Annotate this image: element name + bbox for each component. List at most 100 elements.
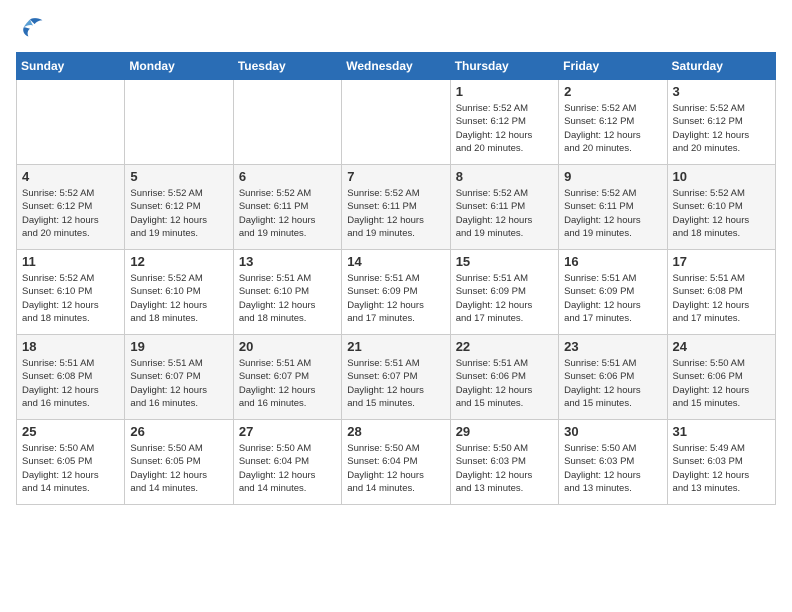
calendar-cell — [125, 80, 233, 165]
day-info: Sunrise: 5:52 AM Sunset: 6:11 PM Dayligh… — [239, 187, 336, 240]
day-number: 4 — [22, 169, 119, 184]
calendar-cell: 8Sunrise: 5:52 AM Sunset: 6:11 PM Daylig… — [450, 165, 558, 250]
calendar-cell: 21 Sunrise: 5:51 AM Sunset: 6:07 PM Dayli… — [342, 335, 450, 420]
calendar-cell: 27 Sunrise: 5:50 AM Sunset: 6:04 PM Dayli… — [233, 420, 341, 505]
day-info: Sunrise: 5:52 AM Sunset: 6:12 PM Dayligh… — [456, 102, 553, 155]
day-info: Sunrise: 5:51 AM Sunset: 6:10 PM Dayligh… — [239, 272, 336, 325]
day-info: Sunrise: 5:49 AM Sunset: 6:03 PM Dayligh… — [673, 442, 770, 495]
calendar-cell: 14 Sunrise: 5:51 AM Sunset: 6:09 PM Dayli… — [342, 250, 450, 335]
logo — [16, 16, 48, 40]
day-info: Sunrise: 5:50 AM Sunset: 6:03 PM Dayligh… — [564, 442, 661, 495]
day-info: Sunrise: 5:50 AM Sunset: 6:04 PM Dayligh… — [239, 442, 336, 495]
day-number: 10 — [673, 169, 770, 184]
day-info: Sunrise: 5:51 AM Sunset: 6:09 PM Dayligh… — [564, 272, 661, 325]
header-cell-wednesday: Wednesday — [342, 53, 450, 80]
calendar-cell: 19 Sunrise: 5:51 AM Sunset: 6:07 PM Dayli… — [125, 335, 233, 420]
header-cell-tuesday: Tuesday — [233, 53, 341, 80]
day-info: Sunrise: 5:52 AM Sunset: 6:10 PM Dayligh… — [130, 272, 227, 325]
day-info: Sunrise: 5:51 AM Sunset: 6:07 PM Dayligh… — [130, 357, 227, 410]
week-row-1: 1 Sunrise: 5:52 AM Sunset: 6:12 PM Daylig… — [17, 80, 776, 165]
day-info: Sunrise: 5:52 AM Sunset: 6:11 PM Dayligh… — [456, 187, 553, 240]
calendar-cell — [342, 80, 450, 165]
day-number: 12 — [130, 254, 227, 269]
calendar-cell: 12 Sunrise: 5:52 AM Sunset: 6:10 PM Dayli… — [125, 250, 233, 335]
day-number: 20 — [239, 339, 336, 354]
header-cell-sunday: Sunday — [17, 53, 125, 80]
day-number: 16 — [564, 254, 661, 269]
day-info: Sunrise: 5:52 AM Sunset: 6:12 PM Dayligh… — [564, 102, 661, 155]
day-info: Sunrise: 5:50 AM Sunset: 6:05 PM Dayligh… — [22, 442, 119, 495]
week-row-2: 4 Sunrise: 5:52 AM Sunset: 6:12 PM Daylig… — [17, 165, 776, 250]
day-number: 18 — [22, 339, 119, 354]
calendar-cell — [233, 80, 341, 165]
calendar-cell: 9 Sunrise: 5:52 AM Sunset: 6:11 PM Daylig… — [559, 165, 667, 250]
calendar-cell: 25 Sunrise: 5:50 AM Sunset: 6:05 PM Dayli… — [17, 420, 125, 505]
day-number: 15 — [456, 254, 553, 269]
calendar-header: SundayMondayTuesdayWednesdayThursdayFrid… — [17, 53, 776, 80]
calendar-cell: 16 Sunrise: 5:51 AM Sunset: 6:09 PM Dayli… — [559, 250, 667, 335]
calendar-cell — [17, 80, 125, 165]
day-info: Sunrise: 5:52 AM Sunset: 6:12 PM Dayligh… — [22, 187, 119, 240]
day-info: Sunrise: 5:52 AM Sunset: 6:10 PM Dayligh… — [673, 187, 770, 240]
day-number: 17 — [673, 254, 770, 269]
week-row-4: 18Sunrise: 5:51 AM Sunset: 6:08 PM Dayli… — [17, 335, 776, 420]
header — [16, 16, 776, 40]
day-number: 11 — [22, 254, 119, 269]
logo-icon — [16, 16, 44, 40]
day-number: 21 — [347, 339, 444, 354]
calendar-cell: 2 Sunrise: 5:52 AM Sunset: 6:12 PM Daylig… — [559, 80, 667, 165]
day-number: 25 — [22, 424, 119, 439]
week-row-3: 11 Sunrise: 5:52 AM Sunset: 6:10 PM Dayli… — [17, 250, 776, 335]
day-info: Sunrise: 5:52 AM Sunset: 6:11 PM Dayligh… — [564, 187, 661, 240]
day-number: 13 — [239, 254, 336, 269]
calendar-body: 1 Sunrise: 5:52 AM Sunset: 6:12 PM Daylig… — [17, 80, 776, 505]
calendar-cell: 30 Sunrise: 5:50 AM Sunset: 6:03 PM Dayli… — [559, 420, 667, 505]
day-number: 9 — [564, 169, 661, 184]
calendar-cell: 22 Sunrise: 5:51 AM Sunset: 6:06 PM Dayli… — [450, 335, 558, 420]
day-info: Sunrise: 5:51 AM Sunset: 6:08 PM Dayligh… — [673, 272, 770, 325]
calendar-cell: 6 Sunrise: 5:52 AM Sunset: 6:11 PM Daylig… — [233, 165, 341, 250]
day-info: Sunrise: 5:51 AM Sunset: 6:06 PM Dayligh… — [456, 357, 553, 410]
calendar-cell: 29Sunrise: 5:50 AM Sunset: 6:03 PM Dayli… — [450, 420, 558, 505]
day-info: Sunrise: 5:50 AM Sunset: 6:04 PM Dayligh… — [347, 442, 444, 495]
header-cell-monday: Monday — [125, 53, 233, 80]
day-info: Sunrise: 5:51 AM Sunset: 6:09 PM Dayligh… — [456, 272, 553, 325]
day-number: 26 — [130, 424, 227, 439]
day-number: 22 — [456, 339, 553, 354]
day-number: 27 — [239, 424, 336, 439]
day-info: Sunrise: 5:51 AM Sunset: 6:06 PM Dayligh… — [564, 357, 661, 410]
day-number: 6 — [239, 169, 336, 184]
day-number: 24 — [673, 339, 770, 354]
calendar-cell: 20Sunrise: 5:51 AM Sunset: 6:07 PM Dayli… — [233, 335, 341, 420]
calendar-table: SundayMondayTuesdayWednesdayThursdayFrid… — [16, 52, 776, 505]
day-number: 5 — [130, 169, 227, 184]
header-cell-friday: Friday — [559, 53, 667, 80]
calendar-cell: 11Sunrise: 5:52 AM Sunset: 6:10 PM Dayli… — [17, 250, 125, 335]
calendar-cell: 3Sunrise: 5:52 AM Sunset: 6:12 PM Daylig… — [667, 80, 775, 165]
day-number: 29 — [456, 424, 553, 439]
day-info: Sunrise: 5:51 AM Sunset: 6:09 PM Dayligh… — [347, 272, 444, 325]
calendar-cell: 10 Sunrise: 5:52 AM Sunset: 6:10 PM Dayli… — [667, 165, 775, 250]
day-number: 19 — [130, 339, 227, 354]
calendar-cell: 31 Sunrise: 5:49 AM Sunset: 6:03 PM Dayli… — [667, 420, 775, 505]
day-number: 28 — [347, 424, 444, 439]
day-number: 7 — [347, 169, 444, 184]
calendar-cell: 26Sunrise: 5:50 AM Sunset: 6:05 PM Dayli… — [125, 420, 233, 505]
day-number: 14 — [347, 254, 444, 269]
calendar-cell: 7Sunrise: 5:52 AM Sunset: 6:11 PM Daylig… — [342, 165, 450, 250]
calendar-cell: 1 Sunrise: 5:52 AM Sunset: 6:12 PM Daylig… — [450, 80, 558, 165]
day-number: 1 — [456, 84, 553, 99]
day-number: 31 — [673, 424, 770, 439]
day-number: 2 — [564, 84, 661, 99]
day-info: Sunrise: 5:51 AM Sunset: 6:07 PM Dayligh… — [347, 357, 444, 410]
calendar-cell: 23Sunrise: 5:51 AM Sunset: 6:06 PM Dayli… — [559, 335, 667, 420]
calendar-cell: 15 Sunrise: 5:51 AM Sunset: 6:09 PM Dayli… — [450, 250, 558, 335]
day-info: Sunrise: 5:50 AM Sunset: 6:06 PM Dayligh… — [673, 357, 770, 410]
day-info: Sunrise: 5:52 AM Sunset: 6:12 PM Dayligh… — [673, 102, 770, 155]
header-cell-saturday: Saturday — [667, 53, 775, 80]
day-number: 30 — [564, 424, 661, 439]
calendar-cell: 4 Sunrise: 5:52 AM Sunset: 6:12 PM Daylig… — [17, 165, 125, 250]
day-info: Sunrise: 5:52 AM Sunset: 6:12 PM Dayligh… — [130, 187, 227, 240]
calendar-cell: 24 Sunrise: 5:50 AM Sunset: 6:06 PM Dayli… — [667, 335, 775, 420]
header-row: SundayMondayTuesdayWednesdayThursdayFrid… — [17, 53, 776, 80]
